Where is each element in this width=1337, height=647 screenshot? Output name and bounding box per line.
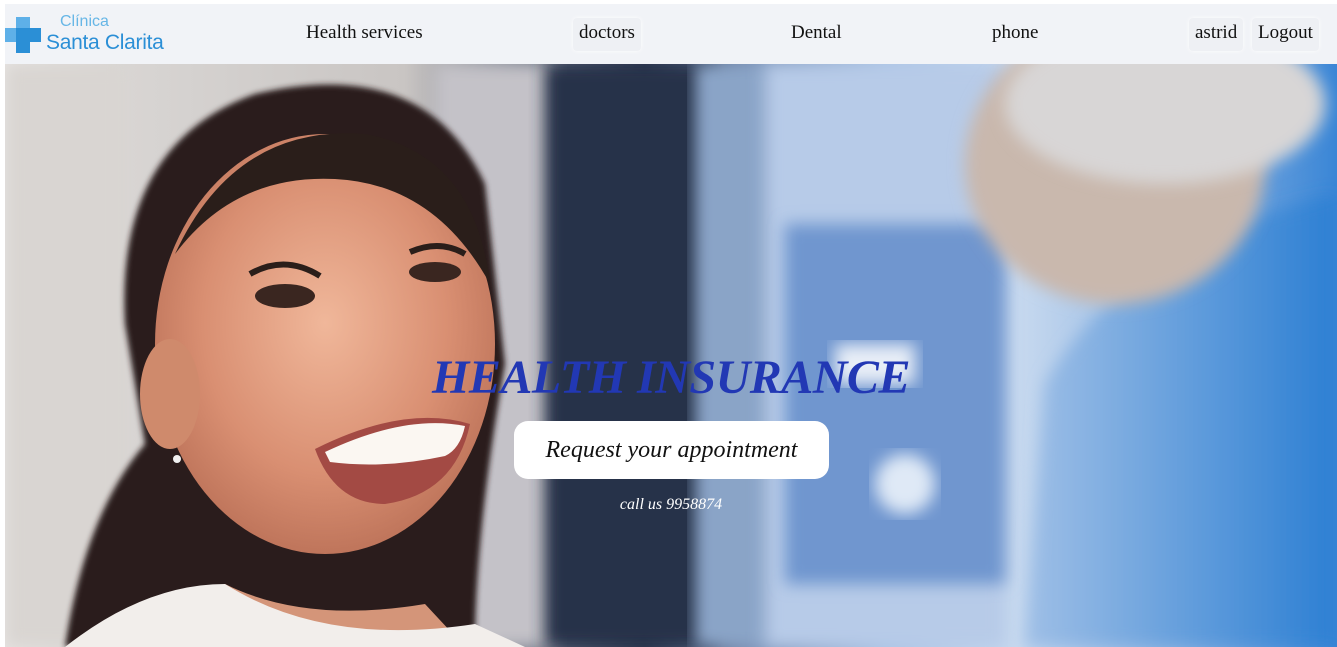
logout-button[interactable]: Logout — [1252, 18, 1319, 51]
medical-cross-icon — [5, 17, 41, 53]
page: Clínica Santa Clarita Health services do… — [5, 4, 1337, 647]
hero-banner: HEALTH INSURANCE Request your appointmen… — [5, 64, 1337, 647]
logo-text-clinica: Clínica — [60, 13, 109, 30]
hero-title: HEALTH INSURANCE — [432, 351, 910, 404]
nav-health-services[interactable]: Health services — [300, 18, 429, 48]
top-navbar: Clínica Santa Clarita Health services do… — [5, 4, 1337, 64]
call-us-text: call us 9958874 — [619, 496, 723, 513]
nav-user-astrid[interactable]: astrid — [1189, 18, 1244, 51]
logo-text-santa-clarita: Santa Clarita — [46, 31, 164, 54]
clinic-logo[interactable]: Clínica Santa Clarita — [5, 13, 165, 54]
request-appointment-button[interactable]: Request your appointment — [514, 421, 829, 479]
nav-dental[interactable]: Dental — [785, 18, 848, 48]
nav-doctors[interactable]: doctors — [573, 18, 641, 51]
nav-phone[interactable]: phone — [986, 18, 1044, 48]
